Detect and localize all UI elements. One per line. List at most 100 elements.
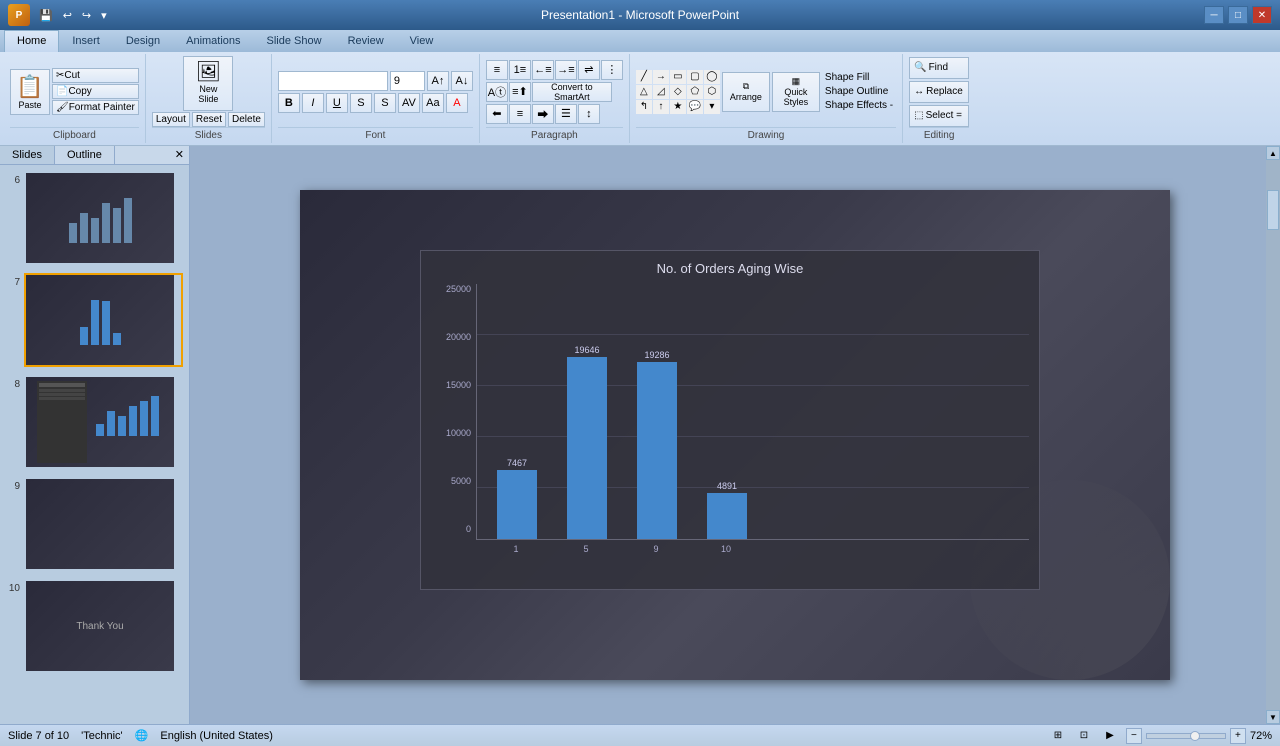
minimize-btn[interactable]: ─	[1204, 6, 1224, 24]
slide-thumb-8[interactable]: 8	[4, 373, 185, 471]
justify-btn[interactable]: ☰	[555, 104, 577, 124]
numbering-btn[interactable]: 1≡	[509, 60, 531, 80]
mini-bar-3	[91, 218, 99, 243]
main-scrollbar-v[interactable]: ▲ ▼	[1266, 146, 1280, 724]
strikethrough-btn[interactable]: S	[350, 93, 372, 113]
bent-arrow-tool[interactable]: ↰	[636, 100, 652, 114]
arrange-button[interactable]: ⧉ Arrange	[722, 72, 770, 112]
triangle-tool[interactable]: △	[636, 85, 652, 99]
slides-tab[interactable]: Slides	[0, 146, 55, 164]
chart-bars-area: 7467 19646 19286	[476, 284, 1029, 540]
uarrow-tool[interactable]: ↑	[653, 100, 669, 114]
customize-qa-btn[interactable]: ▾	[98, 7, 110, 24]
main-scroll-down[interactable]: ▼	[1266, 710, 1280, 724]
close-btn[interactable]: ✕	[1252, 6, 1272, 24]
tab-design[interactable]: Design	[113, 30, 173, 52]
ellipse-tool[interactable]: ◯	[704, 70, 720, 84]
undo-qa-btn[interactable]: ↩	[60, 7, 75, 24]
text-direction-btn[interactable]: Aⓣ	[486, 82, 508, 102]
find-button[interactable]: 🔍 Find	[909, 57, 969, 79]
slide-thumb-7[interactable]: 7	[4, 271, 185, 369]
reset-button[interactable]: Reset	[192, 112, 226, 127]
rect-tool[interactable]: ▭	[670, 70, 686, 84]
convert-smartart-btn[interactable]: Convert to SmartArt	[532, 82, 612, 102]
align-right-btn[interactable]: ⮕	[532, 104, 554, 124]
char-spacing-btn[interactable]: AV	[398, 93, 420, 113]
mini-bar-4	[102, 203, 110, 243]
bar-value-2: 19646	[574, 345, 599, 355]
decrease-font-btn[interactable]: A↓	[451, 71, 473, 91]
increase-indent-btn[interactable]: →≡	[555, 60, 577, 80]
zoom-out-btn[interactable]: −	[1126, 728, 1142, 744]
case-btn[interactable]: Aa	[422, 93, 444, 113]
font-name-input[interactable]	[278, 71, 388, 91]
line-tool[interactable]: ╱	[636, 70, 652, 84]
slide-preview-8	[24, 375, 183, 469]
delete-button[interactable]: Delete	[228, 112, 265, 127]
shape-effects-btn[interactable]: Shape Effects -	[822, 99, 896, 112]
zoom-track[interactable]	[1146, 733, 1226, 739]
font-size-input[interactable]	[390, 71, 425, 91]
tab-insert[interactable]: Insert	[59, 30, 113, 52]
new-slide-button[interactable]: 🖼 New Slide	[183, 56, 233, 111]
decrease-indent-btn[interactable]: ←≡	[532, 60, 554, 80]
drawing-group: ╱ → ▭ ▢ ◯ △ ◿ ◇ ⬠ ⬡ ↰ ↑ ★ 💬 ▾	[630, 54, 903, 143]
paste-button[interactable]: 📋 Paste	[10, 69, 50, 115]
clipboard-group: 📋 Paste ✂ Cut 📄 Copy 🖌 Format	[4, 54, 146, 143]
normal-view-btn[interactable]: ⊞	[1048, 728, 1068, 744]
shadow-btn[interactable]: S	[374, 93, 396, 113]
slide-thumb-9[interactable]: 9	[4, 475, 185, 573]
format-painter-button[interactable]: 🖌 Format Painter	[52, 100, 139, 115]
align-left-btn[interactable]: ⬅	[486, 104, 508, 124]
slide-preview-6	[24, 171, 183, 265]
line-spacing-btn[interactable]: ↕	[578, 104, 600, 124]
select-button[interactable]: ⬚ Select =	[909, 105, 969, 127]
outline-tab[interactable]: Outline	[55, 146, 115, 164]
align-center-btn[interactable]: ≡	[509, 104, 531, 124]
pentagon-tool[interactable]: ⬠	[687, 85, 703, 99]
copy-button[interactable]: 📄 Copy	[52, 84, 139, 99]
star-tool[interactable]: ★	[670, 100, 686, 114]
main-scroll-up[interactable]: ▲	[1266, 146, 1280, 160]
layout-button[interactable]: Layout	[152, 112, 190, 127]
slide-thumb-10[interactable]: 10 Thank You	[4, 577, 185, 675]
slide-sorter-btn[interactable]: ⊡	[1074, 728, 1094, 744]
rounded-rect-tool[interactable]: ▢	[687, 70, 703, 84]
bold-btn[interactable]: B	[278, 93, 300, 113]
hexagon-tool[interactable]: ⬡	[704, 85, 720, 99]
replace-button[interactable]: ↔ Replace	[909, 81, 969, 103]
redo-qa-btn[interactable]: ↪	[79, 7, 94, 24]
tab-view[interactable]: View	[397, 30, 447, 52]
paragraph-items: ≡ 1≡ ←≡ →≡ ⇌ ⋮ Aⓣ ≡⬆ Convert to SmartArt…	[486, 56, 623, 127]
shape-fill-btn[interactable]: Shape Fill	[822, 71, 896, 84]
columns-btn[interactable]: ⋮	[601, 60, 623, 80]
font-color-btn[interactable]: A	[446, 93, 468, 113]
maximize-btn[interactable]: □	[1228, 6, 1248, 24]
slideshow-btn[interactable]: ▶	[1100, 728, 1120, 744]
slides-panel-close[interactable]: ✕	[170, 146, 189, 164]
arrow-tool[interactable]: →	[653, 70, 669, 84]
rtl-btn[interactable]: ⇌	[578, 60, 600, 80]
right-triangle-tool[interactable]: ◿	[653, 85, 669, 99]
zoom-handle[interactable]	[1190, 731, 1200, 741]
slide-thumb-6[interactable]: 6	[4, 169, 185, 267]
more-shapes-btn[interactable]: ▾	[704, 100, 720, 114]
zoom-in-btn[interactable]: +	[1230, 728, 1246, 744]
underline-btn[interactable]: U	[326, 93, 348, 113]
increase-font-btn[interactable]: A↑	[427, 71, 449, 91]
italic-btn[interactable]: I	[302, 93, 324, 113]
tab-animations[interactable]: Animations	[173, 30, 253, 52]
tab-slideshow[interactable]: Slide Show	[254, 30, 335, 52]
save-qa-btn[interactable]: 💾	[36, 7, 56, 24]
diamond-tool[interactable]: ◇	[670, 85, 686, 99]
tab-home[interactable]: Home	[4, 30, 59, 52]
tab-review[interactable]: Review	[335, 30, 397, 52]
quick-styles-button[interactable]: ▦ Quick Styles	[772, 72, 820, 112]
shape-outline-btn[interactable]: Shape Outline	[822, 85, 896, 98]
cut-button[interactable]: ✂ Cut	[52, 68, 139, 83]
main-scroll-track	[1266, 160, 1280, 710]
callout-tool[interactable]: 💬	[687, 100, 703, 114]
bullets-btn[interactable]: ≡	[486, 60, 508, 80]
align-text-btn[interactable]: ≡⬆	[509, 82, 531, 102]
main-scroll-thumb[interactable]	[1267, 190, 1279, 230]
